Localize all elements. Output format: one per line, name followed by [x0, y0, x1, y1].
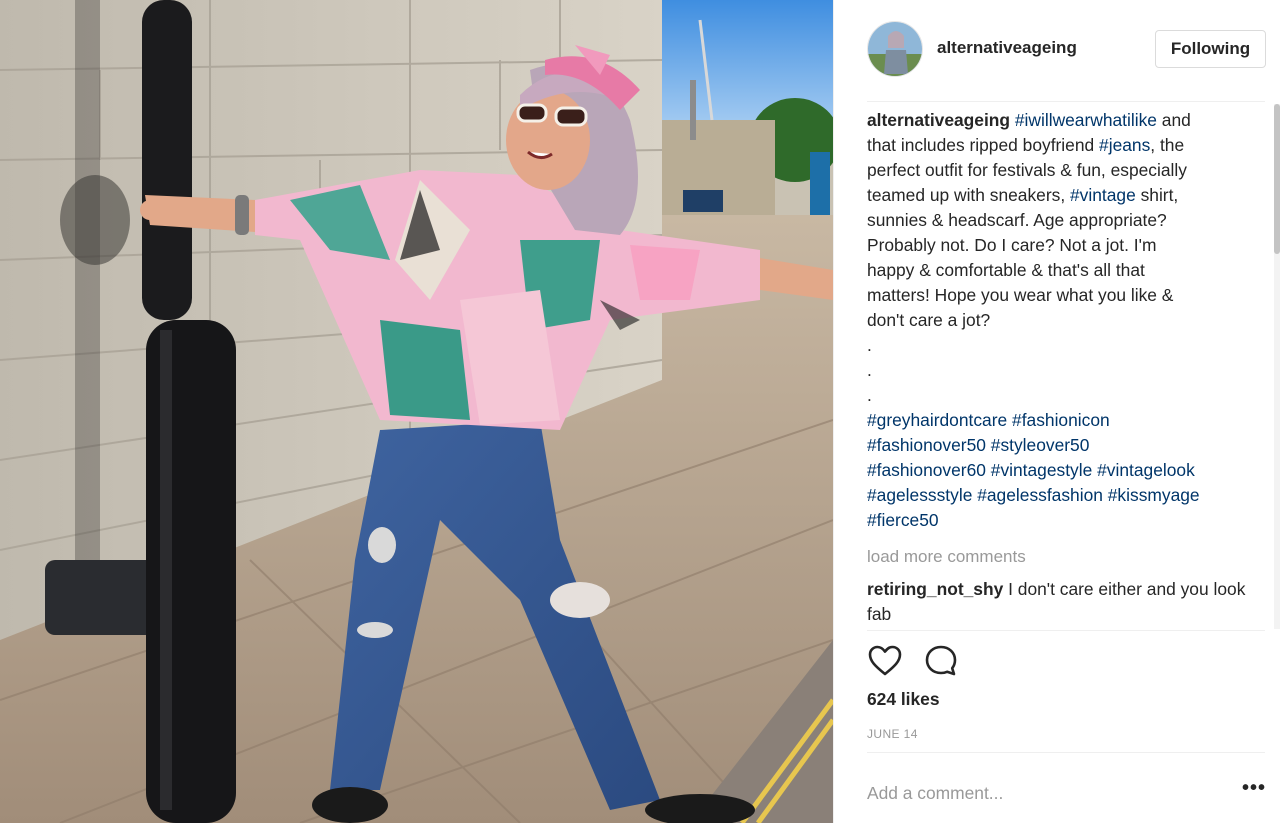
header-divider [867, 101, 1265, 102]
comment-item: retiring_not_shy I don't care either and… [867, 577, 1247, 627]
caption-line: happy & comfortable & that's all that [867, 258, 1247, 283]
caption-text: sunnies & headscarf. Age appropriate? [867, 210, 1167, 230]
photo-illustration [0, 0, 833, 823]
caption-dot: . [867, 335, 872, 355]
caption-line: perfect outfit for festivals & fun, espe… [867, 158, 1247, 183]
caption-dot: . [867, 385, 872, 405]
hashtag-link[interactable]: #agelessstyle [867, 485, 972, 505]
hashtag-link[interactable]: #fashionover60 [867, 460, 986, 480]
speech-bubble-icon[interactable] [923, 643, 959, 679]
hashtag-link[interactable]: #styleover50 [991, 435, 1090, 455]
heart-icon[interactable] [867, 643, 903, 679]
caption-line: matters! Hope you wear what you like & [867, 283, 1247, 308]
caption-text: and [1156, 110, 1191, 130]
scrollbar-thumb[interactable] [1274, 104, 1280, 254]
comments-scrollbar[interactable] [1274, 104, 1280, 629]
hashtag-line: #agelessstyle #agelessfashion #kissmyage [867, 483, 1247, 508]
comments-list[interactable]: alternativeageing #iwillwearwhatilike an… [867, 108, 1247, 630]
hashtag-link[interactable]: #fashionover50 [867, 435, 986, 455]
username-link[interactable]: alternativeageing [937, 38, 1077, 58]
hashtag-line: #fierce50 [867, 508, 1247, 533]
caption-line: Probably not. Do I care? Not a jot. I'm [867, 233, 1247, 258]
hashtag-link[interactable]: #vintagestyle [991, 460, 1093, 480]
load-more-comments-link[interactable]: load more comments [867, 544, 1247, 569]
like-count[interactable]: 624 likes [867, 689, 940, 710]
comment-thread: retiring_not_shy I don't care either and… [867, 577, 1247, 627]
hashtag-link[interactable]: #agelessfashion [977, 485, 1103, 505]
caption-line: don't care a jot? [867, 308, 1247, 333]
caption-text: matters! Hope you wear what you like & [867, 285, 1174, 305]
more-options-button[interactable]: ••• [1239, 778, 1269, 805]
post-header: alternativeageing Following [834, 0, 1282, 101]
hashtag-link[interactable]: #iwillwearwhatilike [1015, 110, 1157, 130]
comment-box-divider [867, 752, 1265, 753]
caption-line: teamed up with sneakers, #vintage shirt, [867, 183, 1247, 208]
hashtag-link[interactable]: #vintage [1070, 185, 1136, 205]
actions-divider [867, 630, 1265, 631]
caption-text: , the [1150, 135, 1185, 155]
hashtag-link[interactable]: #greyhairdontcare [867, 410, 1007, 430]
action-bar [867, 643, 1067, 679]
hashtag-link[interactable]: #vintagelook [1097, 460, 1195, 480]
caption-text: perfect outfit for festivals & fun, espe… [867, 160, 1187, 180]
avatar-image [868, 22, 922, 76]
caption-text: shirt, [1135, 185, 1179, 205]
caption-text: don't care a jot? [867, 310, 991, 330]
post-photo[interactable] [0, 0, 833, 823]
caption-line: that includes ripped boyfriend #jeans, t… [867, 133, 1247, 158]
hashtag-line: #greyhairdontcare #fashionicon [867, 408, 1247, 433]
post-details-panel: alternativeageing Following alternativea… [833, 0, 1282, 823]
add-comment-input[interactable] [867, 780, 1237, 806]
hashtag-link[interactable]: #jeans [1099, 135, 1150, 155]
caption-text: Probably not. Do I care? Not a jot. I'm [867, 235, 1157, 255]
post-caption: alternativeageing #iwillwearwhatilike an… [867, 108, 1247, 533]
caption-line: sunnies & headscarf. Age appropriate? [867, 208, 1247, 233]
caption-author-link[interactable]: alternativeageing [867, 110, 1010, 130]
comment-author-link[interactable]: retiring_not_shy [867, 579, 1003, 599]
hashtag-line: #fashionover60 #vintagestyle #vintageloo… [867, 458, 1247, 483]
post-date[interactable]: JUNE 14 [867, 727, 918, 741]
caption-line: alternativeageing #iwillwearwhatilike an… [867, 108, 1247, 133]
caption-dot: . [867, 360, 872, 380]
avatar[interactable] [867, 21, 923, 77]
hashtag-link[interactable]: #kissmyage [1108, 485, 1200, 505]
hashtag-line: #fashionover50 #styleover50 [867, 433, 1247, 458]
hashtag-link[interactable]: #fashionicon [1012, 410, 1110, 430]
following-button[interactable]: Following [1155, 30, 1266, 68]
caption-text: that includes ripped boyfriend [867, 135, 1100, 155]
caption-text: teamed up with sneakers, [867, 185, 1070, 205]
hashtag-link[interactable]: #fierce50 [867, 510, 939, 530]
caption-text: happy & comfortable & that's all that [867, 260, 1145, 280]
